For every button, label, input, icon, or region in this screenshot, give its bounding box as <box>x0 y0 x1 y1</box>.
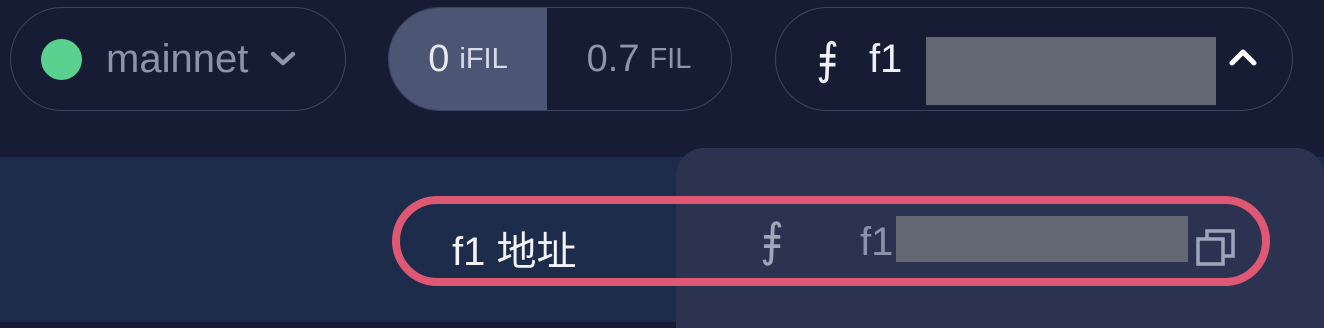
fil-unit: FIL <box>649 42 692 75</box>
ifil-unit: iFIL <box>459 42 508 75</box>
address-redaction <box>926 37 1216 105</box>
balance-toggle[interactable]: 0 iFIL 0.7 FIL <box>388 7 732 111</box>
chevron-down-icon <box>271 51 296 66</box>
filecoin-logo-icon: ⨎ <box>816 33 839 85</box>
network-label: mainnet <box>106 36 249 81</box>
fil-amount: 0.7 <box>586 37 640 80</box>
f1-address-label: f1 地址 <box>452 230 577 274</box>
network-status-dot <box>41 38 82 80</box>
wallet-selector[interactable]: ⨎ f1 <box>775 7 1293 111</box>
chevron-up-icon <box>1229 49 1257 66</box>
copy-icon[interactable] <box>1194 226 1238 270</box>
ifil-balance-segment[interactable]: 0 iFIL <box>389 8 547 110</box>
network-selector[interactable]: mainnet <box>10 7 346 111</box>
fil-balance-segment[interactable]: 0.7 FIL <box>547 8 731 110</box>
ifil-amount: 0 <box>428 37 450 80</box>
dropdown-address[interactable]: f1 <box>860 220 893 265</box>
wallet-address: f1 <box>868 36 903 81</box>
dropdown-address-redaction <box>896 216 1188 262</box>
filecoin-logo-icon: ⨎ <box>760 213 784 267</box>
